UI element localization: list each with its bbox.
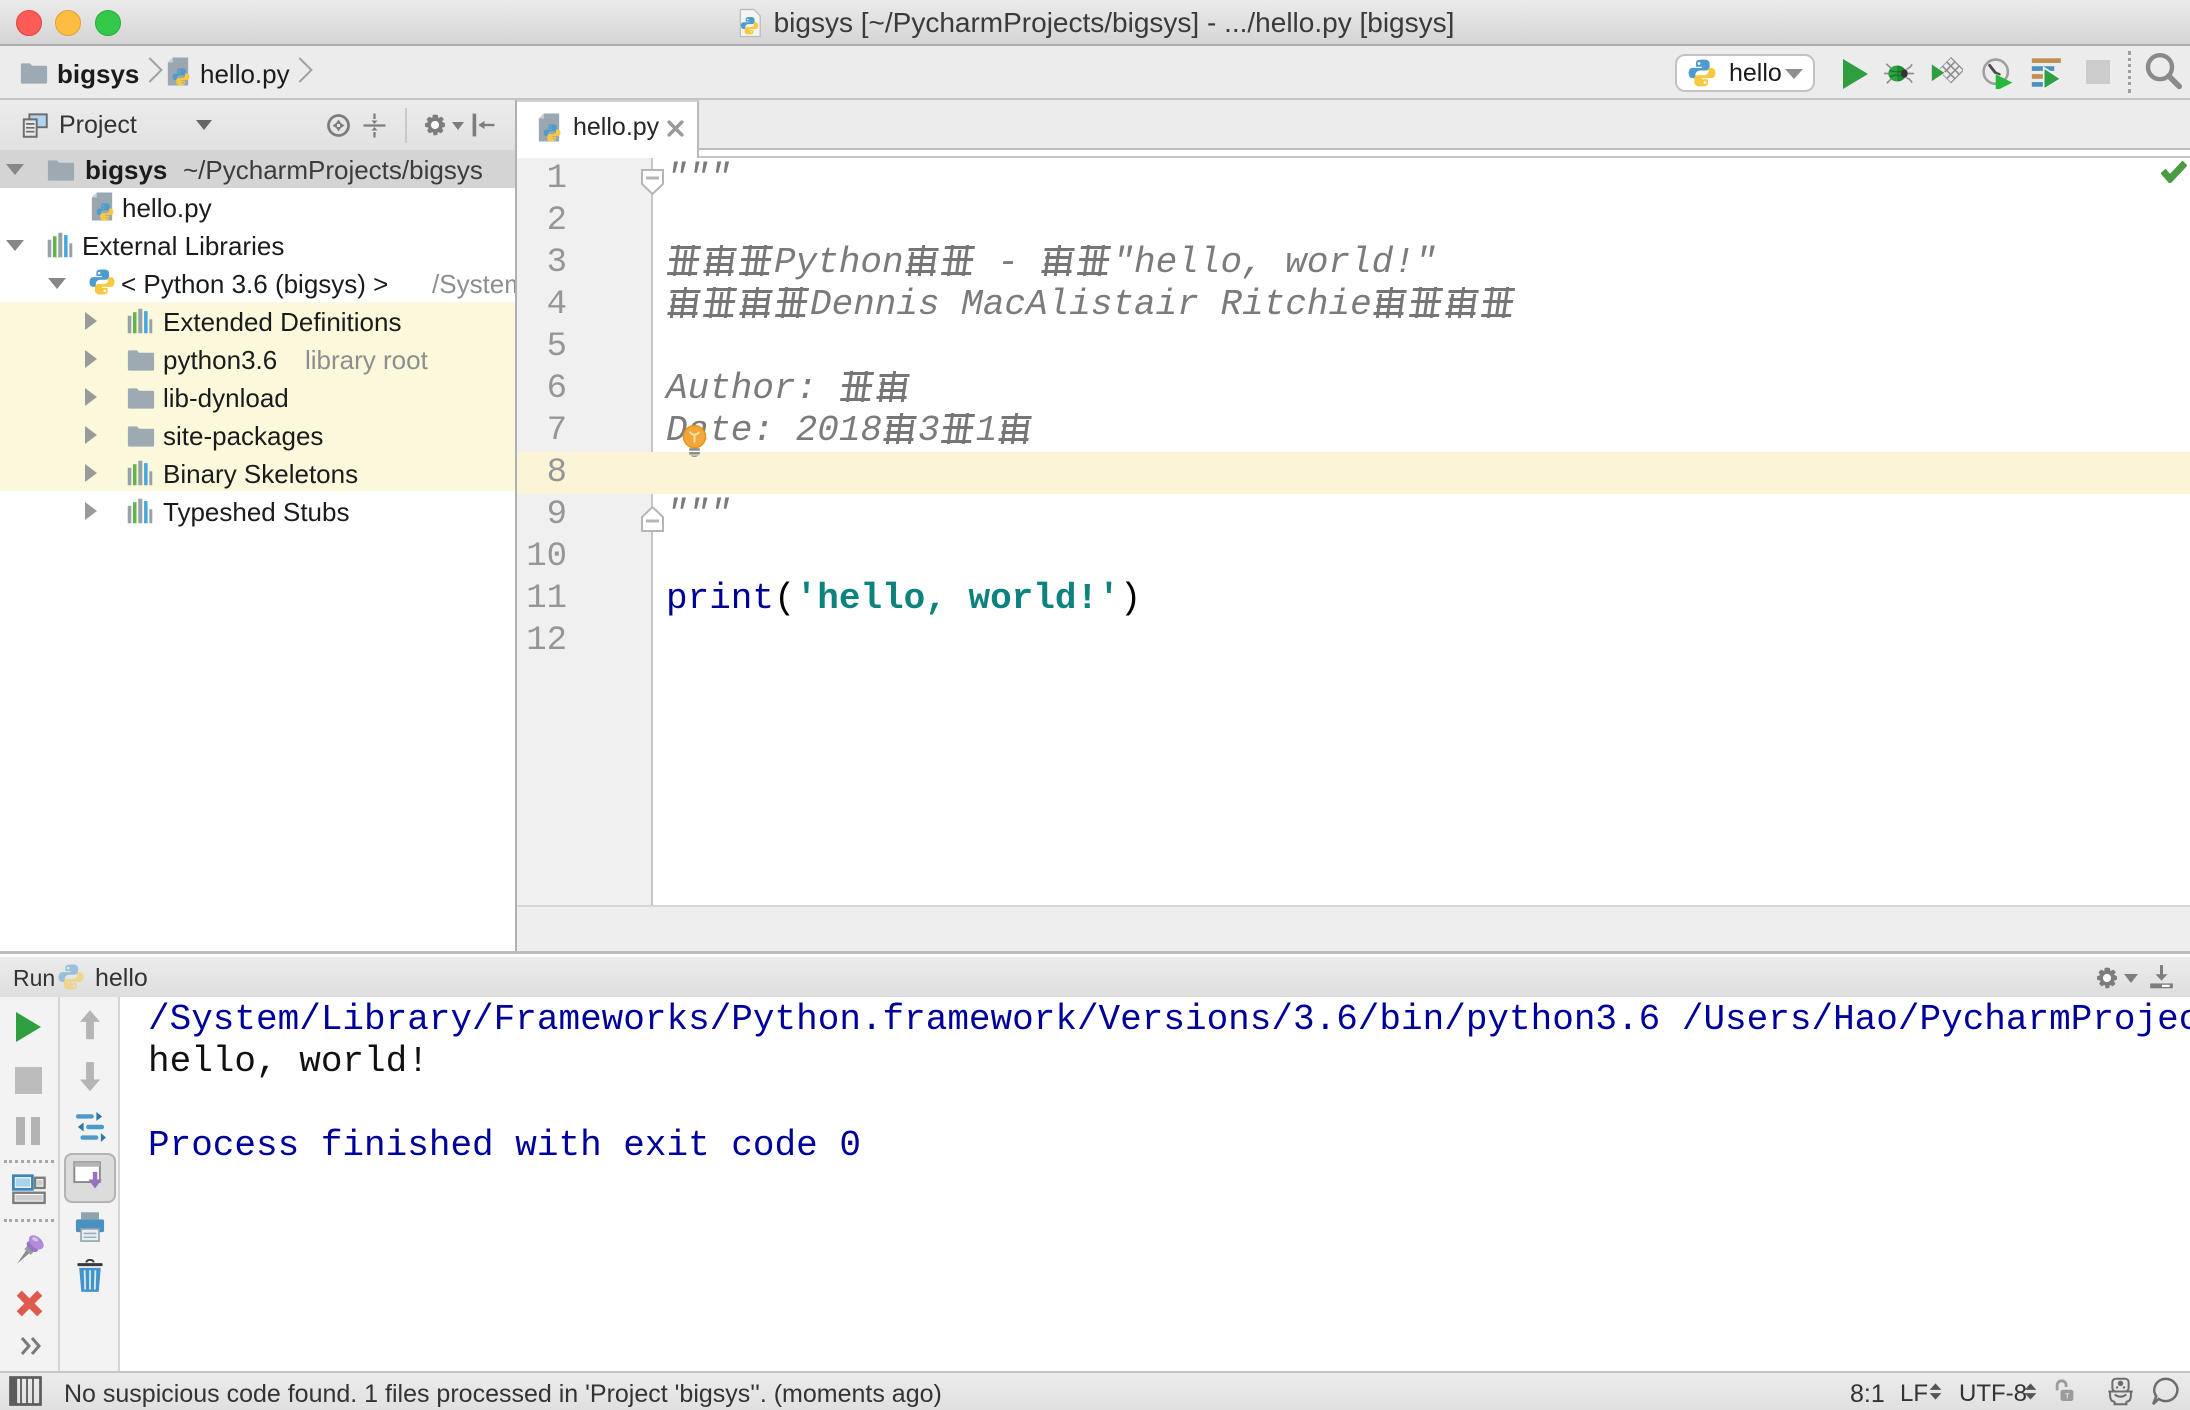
svg-text:T: T xyxy=(2065,1392,2070,1401)
